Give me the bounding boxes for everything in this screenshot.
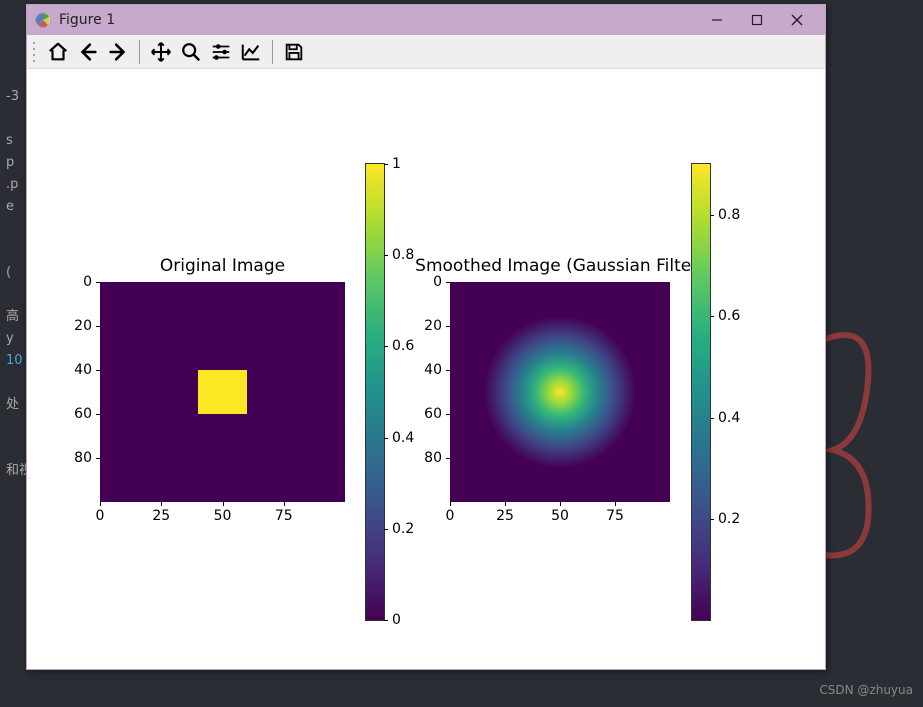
- matplotlib-toolbar: [27, 35, 825, 69]
- xtick: 25: [496, 508, 514, 524]
- ytick: 60: [74, 406, 92, 422]
- maximize-button[interactable]: [737, 6, 777, 34]
- figure-canvas: Original Image 0 20 40 60 80 0 25 50 75 …: [27, 69, 825, 669]
- forward-button[interactable]: [103, 37, 133, 67]
- ytick: 20: [424, 318, 442, 334]
- cbar-tick: 1: [392, 156, 401, 172]
- xtick: 0: [446, 508, 455, 524]
- subplots-button[interactable]: [206, 37, 236, 67]
- arrow-right-icon: [107, 41, 129, 63]
- cbar-tick: 0.8: [718, 207, 740, 223]
- ytick: 80: [74, 450, 92, 466]
- ytick: 0: [433, 274, 442, 290]
- cbar-tick: 0.6: [392, 338, 414, 354]
- toolbar-separator: [272, 40, 273, 64]
- chart-line-icon: [240, 41, 262, 63]
- toolbar-grip: [33, 40, 39, 64]
- edit-axis-button[interactable]: [236, 37, 266, 67]
- home-icon: [47, 41, 69, 63]
- cbar-tick: 0: [392, 612, 401, 628]
- colorbar-left: 0 0.2 0.4 0.6 0.8 1: [365, 163, 385, 621]
- home-button[interactable]: [43, 37, 73, 67]
- figure-window: Figure 1: [26, 4, 826, 670]
- subplot-smoothed: Smoothed Image (Gaussian Filter) 0 20 40…: [450, 282, 670, 502]
- cbar-tick: 0.8: [392, 247, 414, 263]
- cbar-tick: 0.4: [718, 410, 740, 426]
- back-button[interactable]: [73, 37, 103, 67]
- save-button[interactable]: [279, 37, 309, 67]
- arrow-left-icon: [77, 41, 99, 63]
- xtick: 50: [214, 508, 232, 524]
- move-icon: [150, 41, 172, 63]
- ytick: 80: [424, 450, 442, 466]
- xtick: 25: [152, 508, 170, 524]
- zoom-button[interactable]: [176, 37, 206, 67]
- minimize-button[interactable]: [697, 6, 737, 34]
- zoom-icon: [180, 41, 202, 63]
- cbar-tick: 0.4: [392, 430, 414, 446]
- ytick: 40: [424, 362, 442, 378]
- save-icon: [283, 41, 305, 63]
- toolbar-separator: [139, 40, 140, 64]
- watermark-text: CSDN @zhuyua: [819, 679, 913, 701]
- ytick: 40: [74, 362, 92, 378]
- colorbar-right: 0.2 0.4 0.6 0.8: [691, 163, 711, 621]
- close-button[interactable]: [777, 6, 817, 34]
- heatmap-square: [198, 370, 247, 414]
- window-title: Figure 1: [59, 12, 115, 28]
- subplot-title: Smoothed Image (Gaussian Filter): [415, 256, 705, 276]
- subplot-original: Original Image 0 20 40 60 80 0 25 50 75: [100, 282, 345, 502]
- cbar-tick: 0.6: [718, 308, 740, 324]
- subplot-title: Original Image: [160, 256, 285, 276]
- pan-button[interactable]: [146, 37, 176, 67]
- cbar-tick: 0.2: [718, 511, 740, 527]
- xtick: 50: [551, 508, 569, 524]
- xtick: 75: [606, 508, 624, 524]
- ytick: 60: [424, 406, 442, 422]
- xtick: 75: [275, 508, 293, 524]
- cbar-tick: 0.2: [392, 521, 414, 537]
- matplotlib-icon: [35, 12, 51, 28]
- titlebar[interactable]: Figure 1: [27, 5, 825, 35]
- ytick: 20: [74, 318, 92, 334]
- ytick: 0: [83, 274, 92, 290]
- sliders-icon: [210, 41, 232, 63]
- heatmap-gaussian-blob: [483, 315, 637, 469]
- xtick: 0: [96, 508, 105, 524]
